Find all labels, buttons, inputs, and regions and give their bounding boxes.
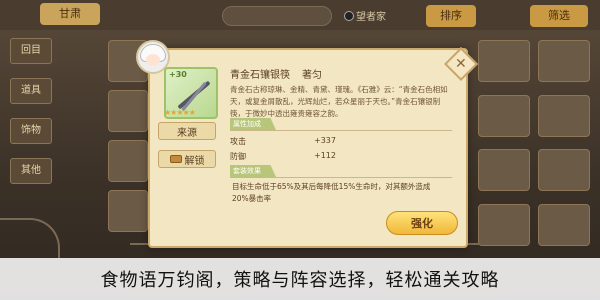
inventory-slot[interactable] <box>538 40 590 82</box>
search-input[interactable] <box>222 6 332 26</box>
chopstick-icon <box>181 81 207 112</box>
filter-checkbox[interactable]: 望者家 <box>344 8 386 24</box>
attributes-section-title: 属性加成 <box>230 118 276 130</box>
unlock-icon <box>169 155 182 163</box>
divider <box>230 177 452 178</box>
inventory-slot[interactable] <box>538 203 590 246</box>
item-stars: ★★★★★ <box>164 108 196 117</box>
item-title: 青金石镶银筷 著匀 <box>230 66 322 81</box>
inventory-slot[interactable] <box>108 190 148 232</box>
source-label: 来源 <box>177 127 197 139</box>
inventory-slot[interactable] <box>538 149 590 191</box>
inventory-grid-right <box>478 40 593 250</box>
inventory-slot[interactable] <box>478 149 530 191</box>
sort-button[interactable]: 排序 <box>426 5 476 27</box>
defense-value: +112 <box>314 151 336 160</box>
item-plus-level: +30 <box>169 70 187 79</box>
inventory-slot[interactable] <box>478 94 530 137</box>
unlock-label: 解锁 <box>184 155 205 167</box>
enhance-button[interactable]: 强化 <box>386 211 458 235</box>
side-tab-3[interactable]: 饰物 <box>10 118 52 144</box>
inventory-slot[interactable] <box>108 90 148 132</box>
attack-value: +337 <box>314 136 336 145</box>
inventory-slot[interactable] <box>538 94 590 137</box>
source-button[interactable]: 来源 <box>158 122 216 140</box>
inventory-slot[interactable] <box>108 140 148 182</box>
checkbox-icon <box>344 11 354 21</box>
tab-active[interactable]: 甘肃 <box>40 3 100 25</box>
effect-section-title: 套装效果 <box>230 165 276 177</box>
item-description: 青金石古称琼琳、金精、青黛、瑾瑰。《石雅》云：“青金石色相如天，或复金屑散乱，光… <box>230 85 448 118</box>
attack-label: 攻击 <box>230 137 246 146</box>
caption-banner: 食物语万钧阁，策略与阵容选择，轻松通关攻略 <box>0 258 600 300</box>
close-icon: ✕ <box>455 55 467 72</box>
avatar-face <box>146 54 160 66</box>
checkbox-label: 望者家 <box>356 12 386 23</box>
side-tab-1[interactable]: 回目 <box>10 38 52 64</box>
inventory-slot[interactable] <box>478 203 530 246</box>
defense-label: 防御 <box>230 152 246 161</box>
divider <box>230 130 452 131</box>
item-category: 著匀 <box>302 70 322 81</box>
filter-button[interactable]: 筛选 <box>530 5 588 27</box>
unlock-button[interactable]: 解锁 <box>158 150 216 168</box>
side-tab-2[interactable]: 道具 <box>10 78 52 104</box>
item-name: 青金石镶银筷 <box>230 70 290 81</box>
side-tab-4[interactable]: 其他 <box>10 158 52 184</box>
inventory-slot[interactable] <box>478 40 530 82</box>
effect-text: 目标生命低于65%及其后每降低15%生命时，对其额外造成20%暴击率 <box>232 182 431 203</box>
